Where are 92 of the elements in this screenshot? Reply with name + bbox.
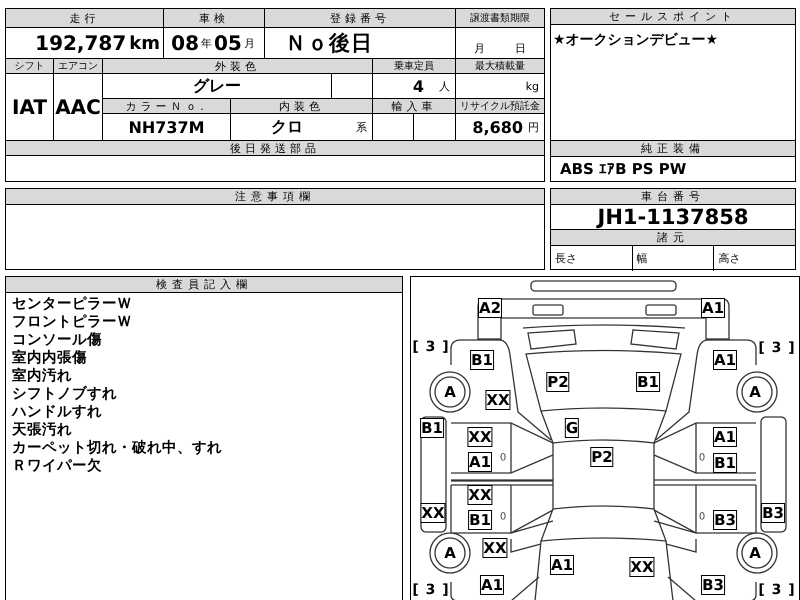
- damage-code: A1: [550, 555, 574, 575]
- damage-code: A1: [468, 452, 492, 472]
- tire-grade: A: [749, 544, 761, 562]
- tread-depth-mark: [ 3 ]: [758, 582, 796, 598]
- damage-code: A1: [712, 350, 738, 370]
- tire-grade: A: [444, 383, 456, 401]
- inspection-note: フロントピラーＷ: [12, 313, 133, 331]
- tread-depth-mark: [ 3 ]: [758, 340, 796, 356]
- section-header: 車台番号: [551, 189, 795, 205]
- month-value: 05: [214, 31, 242, 55]
- unit-label: km: [129, 32, 160, 54]
- inspection-note: コンソール傷: [12, 331, 103, 349]
- damage-code: B1: [636, 372, 660, 392]
- tread-depth-mark: [ 3 ]: [412, 339, 450, 355]
- tread-depth-mark: [ 3 ]: [412, 582, 450, 598]
- field-label: 内装色: [231, 99, 372, 113]
- exterior-color-value: グレー: [103, 74, 331, 98]
- mileage-value: 192,787: [35, 31, 126, 55]
- color-number-value: NH737M: [103, 114, 230, 140]
- damage-code: XX: [629, 557, 655, 577]
- inspection-note: シフトノブすれ: [12, 385, 118, 403]
- aircon-value: AAC: [54, 74, 102, 140]
- field-label: 輸入車: [373, 99, 455, 113]
- damage-code: XX: [482, 538, 508, 558]
- field-label: カラーＮｏ.: [103, 99, 230, 113]
- damage-code: B3: [701, 575, 725, 595]
- field-label: 乗車定員: [373, 59, 455, 73]
- damage-code: B1: [713, 453, 737, 473]
- minor-mark: 0: [698, 512, 706, 522]
- section-header: 諸元: [551, 229, 795, 246]
- inspection-note: 室内汚れ: [12, 367, 73, 385]
- damage-code: XX: [467, 427, 493, 447]
- minor-mark: 0: [698, 452, 706, 464]
- registration-value: Ｎｏ後日: [265, 28, 455, 58]
- interior-color-value: クロ: [271, 116, 303, 138]
- damage-code: B1: [468, 510, 492, 530]
- minor-mark: 0: [500, 512, 506, 522]
- inspection-note: センターピラーＷ: [12, 295, 133, 313]
- capacity-value: 4: [412, 76, 424, 96]
- damage-code: A1: [480, 575, 504, 595]
- section-header: セールスポイント: [551, 9, 795, 25]
- damage-code: A1: [712, 427, 738, 447]
- unit-label: kg: [526, 80, 539, 92]
- inspection-note: Ｒワイパー欠: [12, 457, 103, 475]
- damage-code: XX: [420, 503, 446, 523]
- damage-code: P2: [590, 447, 614, 467]
- field-label: シフト: [6, 59, 53, 73]
- damage-code: P2: [546, 372, 570, 392]
- year-value: 08: [171, 31, 199, 55]
- field-label: 車検: [164, 9, 264, 27]
- inspection-note: ハンドルすれ: [12, 403, 103, 421]
- field-label: 後日発送部品: [6, 141, 544, 155]
- spec-label: 幅: [632, 246, 714, 271]
- unit-label: 円: [528, 120, 539, 134]
- damage-code: B1: [420, 418, 444, 438]
- unit-label: 年: [201, 36, 212, 50]
- section-header: 純正装備: [551, 140, 795, 157]
- damage-code: B1: [470, 350, 494, 370]
- shift-value: IAT: [6, 74, 53, 140]
- damage-code: XX: [467, 485, 493, 505]
- damage-code: B3: [713, 510, 737, 530]
- recycle-fee-value: 8,680: [472, 118, 523, 136]
- unit-label: 月: [244, 36, 255, 50]
- unit-label: 系: [356, 120, 367, 134]
- section-header: 検査員記入欄: [6, 277, 402, 293]
- damage-code: A2: [478, 298, 502, 318]
- sale-point-text: ★オークションデビュー★: [553, 32, 718, 48]
- damage-code: B3: [761, 503, 785, 523]
- field-label: 最大積載量: [456, 59, 544, 73]
- field-label: 登録番号: [265, 9, 455, 27]
- damage-code: XX: [485, 390, 511, 410]
- inspection-note: 天張汚れ: [12, 421, 73, 439]
- inspection-note: 室内内張傷: [12, 349, 88, 367]
- minor-mark: 0: [500, 452, 506, 464]
- equipment-text: ABS ｴｱB PS PW: [560, 160, 686, 178]
- field-label: 走行: [6, 9, 163, 27]
- inspection-note: カーペット切れ・破れ中、すれ: [12, 439, 223, 457]
- field-label: 譲渡書類期限: [456, 9, 544, 27]
- damage-code: A1: [700, 298, 726, 318]
- field-label: エアコン: [54, 59, 102, 73]
- unit-label: 人: [439, 78, 450, 94]
- damage-code: G: [564, 418, 580, 438]
- field-label: リサイクル預託金: [456, 99, 544, 113]
- unit-label: 日: [515, 41, 526, 56]
- tire-grade: A: [749, 383, 761, 401]
- unit-label: 月: [474, 41, 485, 56]
- chassis-number: JH1-1137858: [595, 205, 750, 229]
- tire-grade: A: [444, 544, 456, 562]
- spec-label: 高さ: [713, 246, 796, 271]
- field-label: 外装色: [103, 59, 372, 73]
- spec-label: 長さ: [554, 251, 578, 267]
- section-header: 注意事項欄: [6, 189, 544, 205]
